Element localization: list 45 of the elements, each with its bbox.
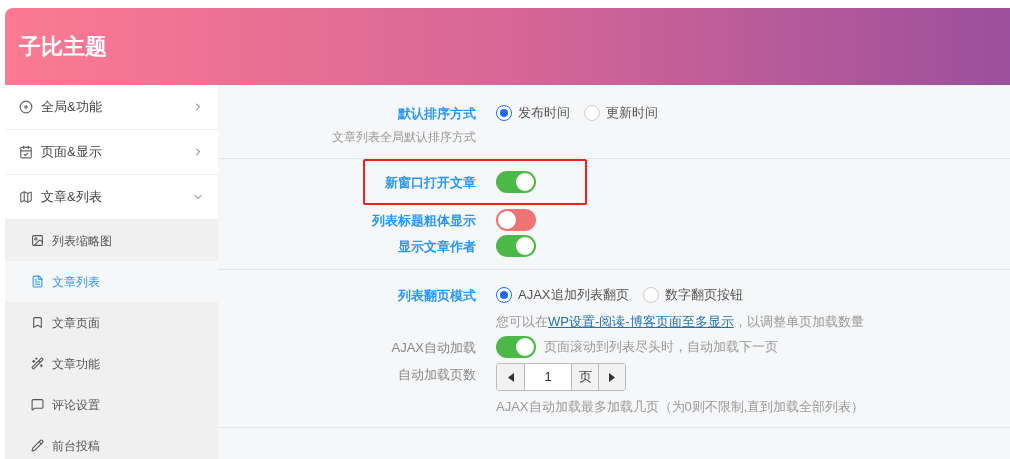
map-icon <box>19 190 33 204</box>
sidebar-subitem[interactable]: 前台投稿 <box>5 425 218 459</box>
calendar-icon <box>19 145 33 159</box>
radio-label: 更新时间 <box>606 104 658 123</box>
radio-label: 发布时间 <box>518 104 570 123</box>
field-label: 自动加载页数 <box>398 366 476 384</box>
left-triangle-icon <box>507 372 514 382</box>
field-label: 列表标题粗体显示 <box>372 211 476 230</box>
help-text: 您可以在WP设置-阅读-博客页面至多显示，以调整单页加载数量 <box>496 312 864 331</box>
radio-label: 数字翻页按钮 <box>664 285 743 304</box>
wand-icon <box>31 357 44 370</box>
toggle-switch[interactable] <box>496 208 536 231</box>
field-label: 新窗口打开文章 <box>385 173 476 192</box>
sidebar-subitem[interactable]: 文章功能 <box>5 343 218 384</box>
document-icon <box>31 275 44 288</box>
right-triangle-icon <box>609 372 615 382</box>
increment-button[interactable] <box>599 364 625 390</box>
unit-label: 页 <box>571 364 599 390</box>
sidebar-item[interactable]: 全局&功能 <box>5 85 218 130</box>
field-label: 列表翻页模式 <box>398 286 476 305</box>
help-text: AJAX自动加载最多加载几页（为0则不限制,直到加载全部列表） <box>496 398 865 416</box>
pencil-icon <box>31 439 44 452</box>
field-label: AJAX自动加载 <box>391 339 476 357</box>
sidebar-subitem[interactable]: 列表缩略图 <box>5 220 218 261</box>
field-label: 显示文章作者 <box>398 237 476 256</box>
toggle-switch[interactable] <box>496 336 536 358</box>
toggle-switch[interactable] <box>496 170 536 193</box>
sidebar-item[interactable]: 文章&列表 <box>5 175 218 220</box>
sidebar-item[interactable]: 页面&显示 <box>5 130 218 175</box>
number-input[interactable]: 1 <box>525 364 571 390</box>
radio-label: AJAX追加列表翻页 <box>518 285 629 304</box>
image-icon <box>31 234 44 247</box>
sidebar-subitem[interactable]: 评论设置 <box>5 384 218 425</box>
decrement-button[interactable] <box>497 364 525 390</box>
chat-icon <box>31 398 44 411</box>
field-description: 文章列表全局默认排序方式 <box>332 128 476 146</box>
field-label: 默认排序方式 <box>398 105 476 123</box>
header-title: 子比主题 <box>19 33 107 61</box>
bookmark-icon <box>31 316 44 329</box>
disc-icon <box>19 100 33 114</box>
radio-button[interactable] <box>496 286 512 303</box>
toggle-switch[interactable] <box>496 234 536 257</box>
radio-button[interactable] <box>496 105 512 121</box>
sidebar-subitem[interactable]: 文章页面 <box>5 302 218 343</box>
settings-link[interactable]: WP设置-阅读-博客页面至多显示 <box>548 313 734 329</box>
